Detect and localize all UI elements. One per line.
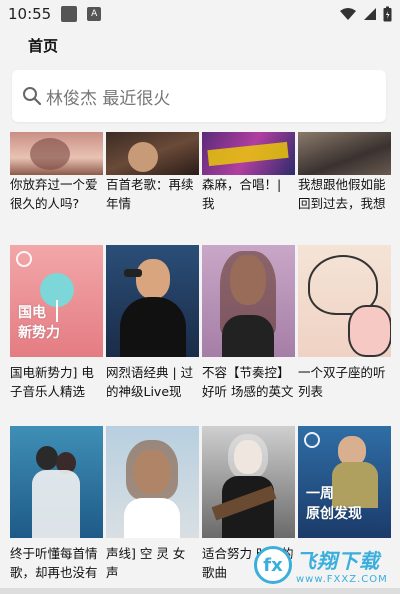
playlist-cover (10, 132, 103, 175)
app-bar: 首页 (0, 28, 400, 62)
playlist-title: 终于听懂每首情歌，却再也没有 (10, 546, 98, 580)
playlist-title: 森麻，合唱！| 我 (202, 177, 282, 211)
playlist-row: 你放弃过一个爱很久的人吗? 百首老歌：再续年情 森麻，合唱！| 我 我想跟他假如… (10, 132, 392, 213)
playlist-cover (202, 132, 295, 175)
bottom-nav-peek (0, 588, 400, 594)
playlist-title: 国电新势力] 电子音乐人精选 (10, 365, 94, 399)
playlist-title: 你放弃过一个爱很久的人吗? (10, 177, 98, 211)
playlist-title: 不容【节奏控】好听 场感的英文歌 (202, 365, 294, 399)
notification-icon (61, 6, 78, 22)
playlist-cover: 国电 新势力 (10, 245, 103, 357)
playlist-cover (202, 426, 295, 538)
playlist-card[interactable]: 我想跟他假如能回到过去，我想和你想做什么 (298, 132, 391, 213)
playlist-cover (106, 132, 199, 175)
search-placeholder: 林俊杰 最近很火 (46, 88, 171, 109)
cover-overlay-text: 一周 原创发现 (306, 486, 362, 522)
playlist-card[interactable]: 终于听懂每首情歌，却再也没有 (10, 426, 103, 582)
playlist-card[interactable]: 你放弃过一个爱很久的人吗? (10, 132, 103, 213)
playlist-cover (106, 245, 199, 357)
playlist-cover (298, 132, 391, 175)
netease-logo-icon (304, 432, 320, 448)
playlist-card[interactable]: 声线] 空 灵 女 声 (106, 426, 199, 582)
netease-logo-icon (16, 251, 32, 267)
playlist-title: 百首老歌：再续年情 (106, 177, 194, 211)
playlist-row: 国电 新势力 国电新势力] 电子音乐人精选 网烈语经典 | 过的神级Live现 … (10, 245, 392, 401)
watermark-logo-icon: fx (254, 546, 292, 584)
playlist-cover (202, 245, 295, 357)
battery-icon (383, 6, 392, 22)
status-bar: 10:55 A (0, 0, 400, 28)
playlist-title: 一个双子座的听 列表 (298, 365, 386, 399)
playlist-card[interactable]: 国电 新势力 国电新势力] 电子音乐人精选 (10, 245, 103, 401)
playlist-cover (10, 426, 103, 538)
playlist-title: 我想跟他假如能回到过去，我想和你想做什么 (298, 177, 386, 211)
playlist-card[interactable]: 森麻，合唱！| 我 (202, 132, 295, 213)
watermark-url: www.FXXZ.COM (296, 574, 388, 585)
playlist-title: 网烈语经典 | 过的神级Live现 (106, 365, 194, 399)
signal-icon (364, 8, 376, 20)
playlist-card[interactable]: 网烈语经典 | 过的神级Live现 (106, 245, 199, 401)
page-title: 首页 (28, 36, 59, 55)
playlist-title: 声线] 空 灵 女 声 (106, 546, 186, 580)
cover-overlay-text: 国电 新势力 (18, 305, 60, 341)
watermark-title: 飞翔下载 (296, 549, 380, 573)
search-input[interactable]: 林俊杰 最近很火 (12, 70, 386, 122)
watermark: fx 飞翔下载 www.FXXZ.COM (254, 543, 394, 587)
notification-a-icon: A (87, 7, 102, 21)
status-time: 10:55 (8, 5, 52, 23)
playlist-card[interactable]: 百首老歌：再续年情 (106, 132, 199, 213)
playlist-cover (298, 245, 391, 357)
playlist-cover (106, 426, 199, 538)
playlist-card[interactable]: 不容【节奏控】好听 场感的英文歌 (202, 245, 295, 401)
playlist-card[interactable]: 一个双子座的听 列表 (298, 245, 391, 401)
playlist-cover: 一周 原创发现 (298, 426, 391, 538)
wifi-icon (340, 8, 356, 20)
search-icon (23, 87, 42, 106)
